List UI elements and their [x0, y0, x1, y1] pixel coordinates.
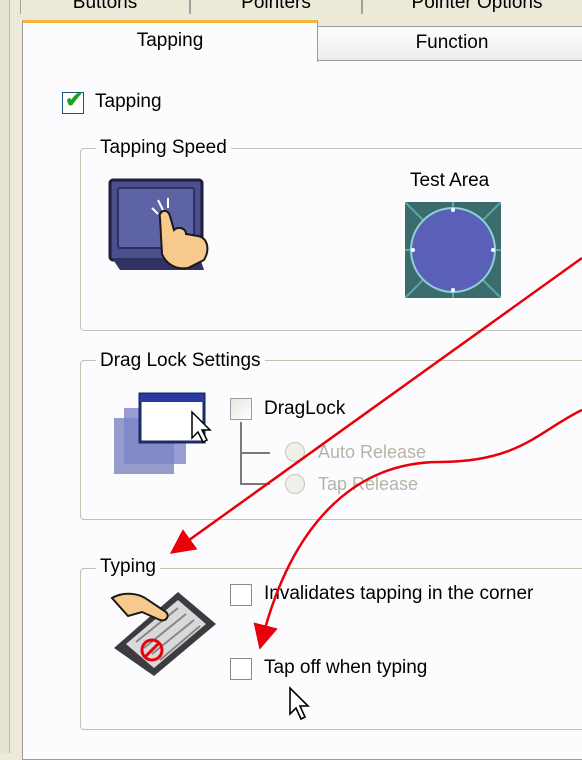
window-left-edge — [0, 0, 10, 753]
draglock-tree-branch-2 — [240, 483, 270, 485]
draglock-checkbox-label: DragLock — [264, 398, 346, 419]
tab-tapping[interactable]: Tapping — [22, 20, 318, 62]
drag-window-icon — [114, 392, 212, 474]
tap-off-typing-checkbox[interactable] — [230, 658, 252, 680]
test-area-target[interactable] — [405, 202, 501, 298]
auto-release-label: Auto Release — [318, 442, 427, 462]
tab-function-label: Function — [415, 32, 489, 53]
tab-pointers-label: Pointers — [241, 0, 311, 13]
test-area-label: Test Area — [410, 170, 490, 191]
checkmark-icon: ✔ — [65, 87, 84, 112]
tab-pointer-options-label: Pointer Options — [411, 0, 543, 13]
tapping-speed-legend: Tapping Speed — [96, 137, 231, 159]
keyboard-typing-icon — [110, 592, 216, 676]
tab-buttons[interactable]: Buttons — [20, 0, 190, 14]
tab-pointers[interactable]: Pointers — [190, 0, 362, 14]
tap-release-label: Tap Release — [318, 474, 419, 494]
invalidates-corner-checkbox[interactable] — [230, 584, 252, 606]
tapping-checkbox[interactable]: ✔ — [62, 87, 84, 114]
tab-tapping-label: Tapping — [136, 30, 204, 51]
typing-legend: Typing — [96, 556, 160, 578]
draglock-checkbox[interactable] — [230, 398, 252, 420]
invalidates-corner-label: Invalidates tapping in the corner — [264, 583, 534, 604]
mouse-cursor-icon — [289, 686, 310, 721]
auto-release-radio[interactable] — [285, 442, 305, 462]
tap-release-radio[interactable] — [285, 474, 305, 494]
tap-off-typing-label: Tap off when typing — [264, 657, 428, 678]
tapping-checkbox-label: Tapping — [95, 91, 162, 112]
tab-function[interactable]: Function — [317, 26, 582, 58]
tab-buttons-label: Buttons — [72, 0, 138, 13]
mouse-properties-dialog: Buttons Pointers Pointer Options Tapping… — [0, 0, 582, 760]
drag-lock-legend: Drag Lock Settings — [96, 350, 265, 372]
touchpad-tap-icon — [108, 178, 209, 270]
draglock-tree-branch-1 — [240, 452, 270, 454]
tab-pointer-options[interactable]: Pointer Options — [362, 0, 582, 14]
